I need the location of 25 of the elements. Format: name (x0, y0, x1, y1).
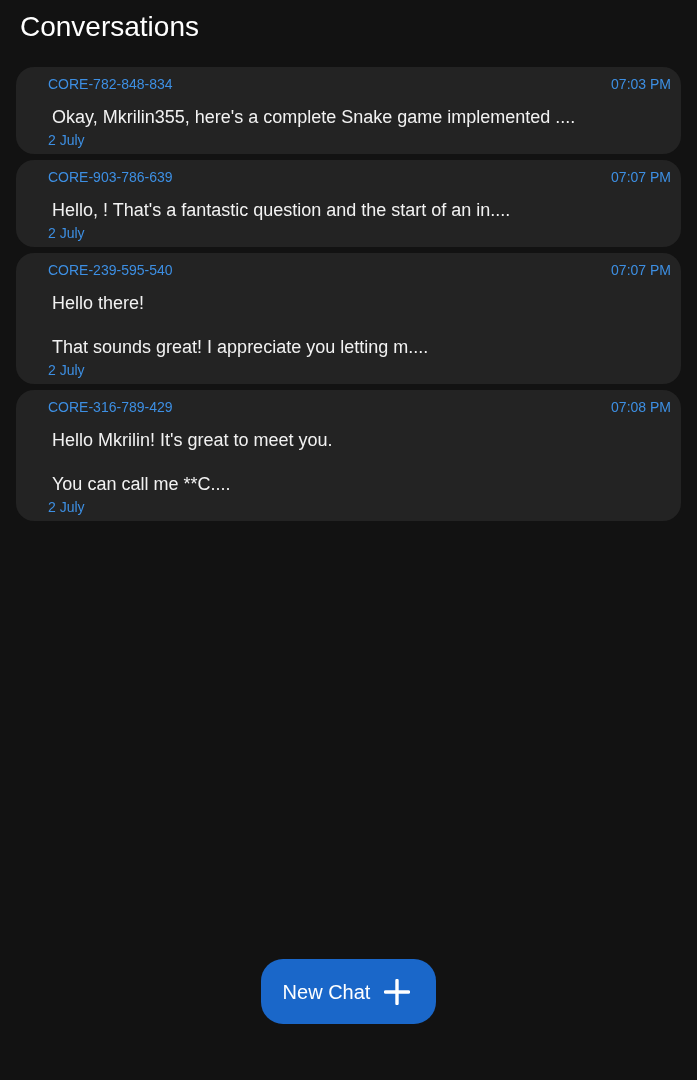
conversation-date: 2 July (48, 225, 85, 241)
new-chat-button[interactable]: New Chat (260, 959, 437, 1024)
conversation-time: 07:08 PM (611, 398, 671, 416)
conversation-code: CORE-316-789-429 (48, 398, 173, 416)
conversation-date: 2 July (48, 499, 85, 515)
conversation-time: 07:07 PM (611, 261, 671, 279)
message-preview: Hello Mkrilin! It's great to meet you. (52, 429, 333, 451)
conversation-card[interactable]: CORE-316-789-429 07:08 PM Hello Mkrilin! It's great to meet you. You can call me **C.... 2 July (16, 390, 681, 521)
message-preview: Okay, Mkrilin355, here's a complete Snake game implemented .... (52, 106, 576, 128)
conversation-code: CORE-903-786-639 (48, 168, 173, 186)
plus-icon (384, 978, 411, 1005)
page-title: Conversations (20, 10, 200, 44)
message-preview: Hello there! (52, 292, 145, 314)
conversation-time: 07:03 PM (611, 75, 671, 93)
conversation-card[interactable]: CORE-782-848-834 07:03 PM Okay, Mkrilin355, here's a complete Snake game implemented .... 2 July (16, 67, 681, 154)
conversation-date: 2 July (48, 362, 85, 378)
conversation-code: CORE-782-848-834 (48, 75, 173, 93)
conversation-time: 07:07 PM (611, 168, 671, 186)
message-preview: That sounds great! I appreciate you letting m.... (52, 336, 429, 358)
conversation-card[interactable]: CORE-239-595-540 07:07 PM Hello there! That sounds great! I appreciate you letting m.... 2 July (16, 253, 681, 384)
conversation-code: CORE-239-595-540 (48, 261, 173, 279)
message-preview: You can call me **C.... (52, 473, 231, 495)
message-preview: Hello, ! That's a fantastic question and the start of an in.... (52, 199, 511, 221)
conversation-date: 2 July (48, 132, 85, 148)
conversation-card[interactable]: CORE-903-786-639 07:07 PM Hello, ! That's a fantastic question and the start of an in.... 2 July (16, 160, 681, 247)
